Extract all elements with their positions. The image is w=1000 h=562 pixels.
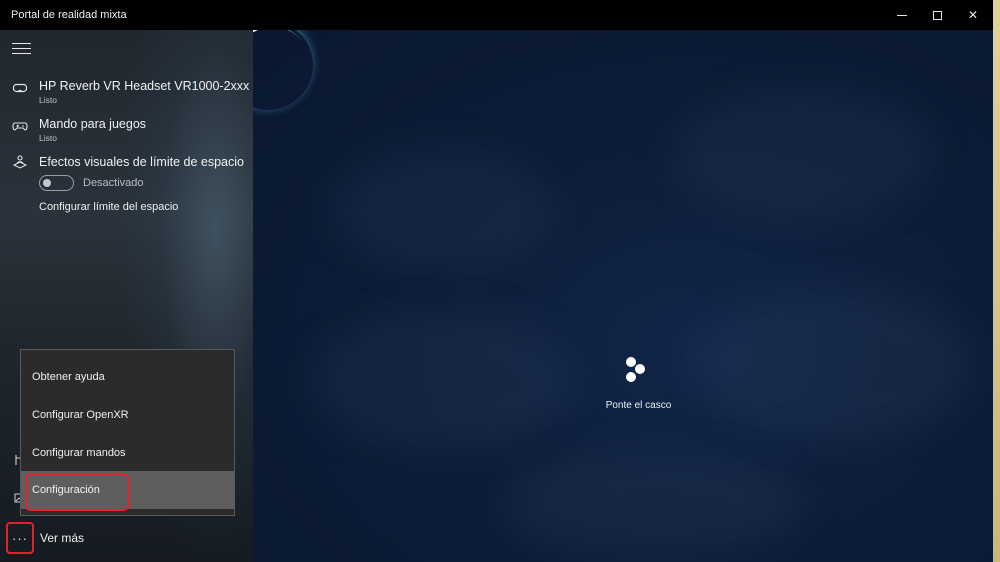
hamburger-menu-button[interactable] bbox=[12, 43, 31, 57]
main-content: Ponte el casco bbox=[253, 30, 993, 562]
menu-item-configure-controllers[interactable]: Configurar mandos bbox=[21, 434, 234, 472]
hamburger-line bbox=[12, 48, 31, 49]
nebula-cloud bbox=[673, 90, 933, 220]
nebula-cloud bbox=[503, 450, 803, 560]
headset-icon bbox=[12, 83, 28, 93]
more-options-menu: Obtener ayuda Configurar OpenXR Configur… bbox=[20, 349, 235, 516]
gamepad-icon bbox=[12, 122, 28, 131]
device-headset-title[interactable]: HP Reverb VR Headset VR1000-2xxx bbox=[39, 79, 249, 93]
maximize-icon bbox=[932, 10, 942, 20]
maximize-button[interactable] bbox=[919, 0, 955, 30]
toggle-knob bbox=[43, 178, 51, 187]
device-headset-status: Listo bbox=[39, 95, 57, 105]
boundary-visuals-title: Efectos visuales de límite de espacio bbox=[39, 155, 244, 169]
window-title: Portal de realidad mixta bbox=[11, 9, 127, 21]
nebula-cloud bbox=[313, 310, 573, 450]
highlight-annotation bbox=[25, 473, 129, 511]
minimize-icon bbox=[897, 14, 907, 16]
more-label[interactable]: Ver más bbox=[40, 531, 84, 545]
loading-dot bbox=[635, 364, 645, 374]
more-dots-icon: ··· bbox=[12, 530, 28, 546]
minimize-button[interactable] bbox=[884, 0, 920, 30]
device-gamepad-status: Listo bbox=[39, 133, 57, 143]
desktop-background-edge bbox=[993, 0, 1000, 562]
close-icon: ✕ bbox=[967, 8, 979, 22]
menu-item-configure-openxr[interactable]: Configurar OpenXR bbox=[21, 396, 234, 434]
hamburger-line bbox=[12, 53, 31, 54]
menu-item-get-help[interactable]: Obtener ayuda bbox=[21, 358, 234, 396]
nebula-cloud bbox=[333, 150, 553, 270]
status-text: Ponte el casco bbox=[605, 400, 672, 411]
hamburger-line bbox=[12, 43, 31, 44]
boundary-toggle[interactable] bbox=[39, 175, 74, 191]
configure-boundary-link[interactable]: Configurar límite del espacio bbox=[39, 201, 178, 213]
more-options-button[interactable]: ··· bbox=[6, 522, 34, 554]
menu-item-settings[interactable]: Configuración bbox=[21, 471, 234, 511]
loading-dot bbox=[626, 357, 636, 367]
nebula-cloud bbox=[693, 290, 973, 440]
device-gamepad-title[interactable]: Mando para juegos bbox=[39, 117, 146, 131]
title-bar: Portal de realidad mixta ✕ bbox=[0, 0, 993, 30]
close-button[interactable]: ✕ bbox=[955, 0, 991, 30]
boundary-icon bbox=[12, 155, 28, 169]
boundary-toggle-label: Desactivado bbox=[83, 177, 144, 189]
app-window: Portal de realidad mixta ✕ HP Reverb VR … bbox=[0, 0, 993, 562]
loading-dot bbox=[626, 372, 636, 382]
headset-loading-icon bbox=[623, 355, 653, 387]
